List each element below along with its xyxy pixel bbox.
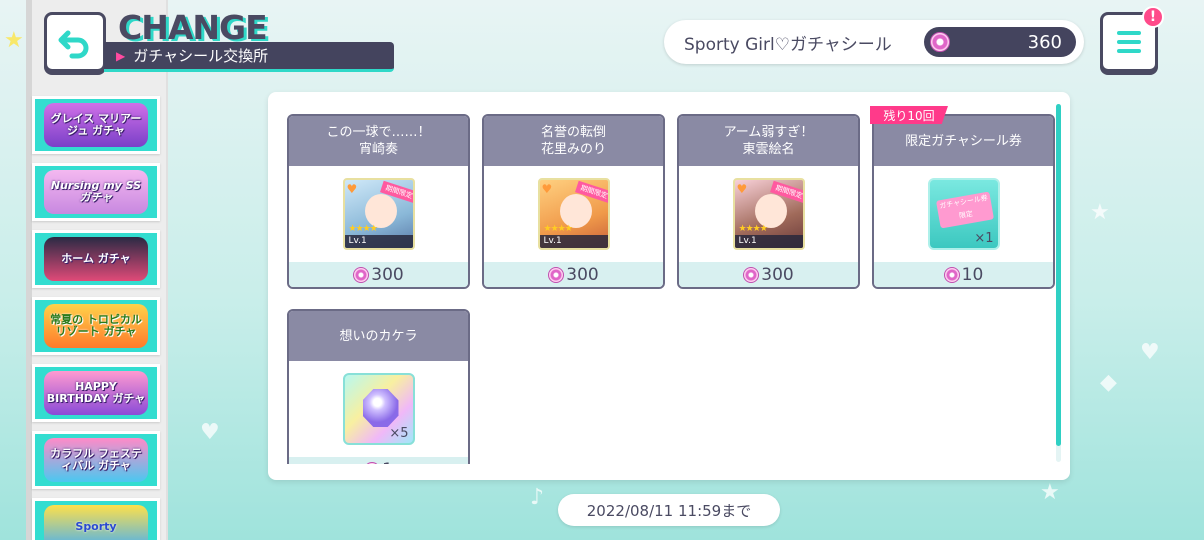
currency-display: Sporty Girl♡ガチャシール 360: [664, 20, 1084, 64]
item-price: 300: [484, 262, 663, 287]
rarity-stars-icon: ★★★★: [543, 224, 573, 234]
item-price-value: 300: [371, 264, 404, 285]
currency-name: Sporty Girl♡ガチャシール: [684, 34, 892, 55]
heart-icon: ♥: [541, 182, 553, 196]
level-label: Lv.1: [344, 235, 413, 248]
gacha-banner-item[interactable]: 常夏の トロピカル リゾート ガチャ: [32, 297, 160, 355]
rarity-stars-icon: ★★★★: [738, 224, 768, 234]
triangle-marker-icon: ▶: [116, 48, 126, 63]
gacha-ticket-icon: ガチャシール券 限定 ×1: [927, 178, 1000, 250]
item-price-value: 300: [566, 264, 599, 285]
member-card-thumbnail: ♥ 期間限定 ★★★★ Lv.1: [537, 178, 610, 250]
item-title-line1: この一球で……！: [326, 125, 431, 140]
sticker-coin-icon: [353, 266, 370, 283]
star-icon: ★: [4, 28, 24, 53]
gacha-banner-list[interactable]: グレイス マリアージュ ガチャ Nursing my SS ガチャ ホーム ガチ…: [32, 96, 162, 540]
exchange-item-card[interactable]: アーム弱すぎ！ 東雲絵名 ♥ 期間限定 ★★★★ Lv.1 300: [677, 114, 860, 289]
gacha-banner-item[interactable]: HAPPY BIRTHDAY ガチャ: [32, 364, 160, 422]
banner-label: Sporty: [44, 505, 148, 540]
item-title-line2: 東雲絵名: [742, 142, 795, 157]
page-subtitle: ▶ ガチャシール交換所: [104, 42, 394, 72]
heart-icon: ♥: [200, 420, 220, 445]
item-image-area: ♥ 期間限定 ★★★★ Lv.1: [679, 166, 858, 262]
deadline-label: 2022/08/11 11:59まで: [558, 494, 780, 526]
currency-amount: 360: [1027, 31, 1062, 53]
ticket-label: ガチャシール券 限定: [935, 191, 994, 229]
item-title: 名誉の転倒 花里みのり: [484, 116, 663, 166]
hamburger-menu-icon: [1117, 31, 1141, 53]
item-image-area: ♥ 期間限定 ★★★★ Lv.1: [484, 166, 663, 262]
item-title: アーム弱すぎ！ 東雲絵名: [679, 116, 858, 166]
level-label: Lv.1: [539, 235, 608, 248]
item-image-area: ガチャシール券 限定 ×1: [874, 166, 1053, 262]
gacha-banner-item[interactable]: Sporty: [32, 498, 160, 540]
gacha-banner-item[interactable]: ホーム ガチャ: [32, 230, 160, 288]
banner-label: グレイス マリアージュ ガチャ: [44, 103, 148, 147]
notification-badge: !: [1142, 6, 1164, 28]
scrollbar-thumb[interactable]: [1056, 104, 1061, 446]
remaining-count-tag: 残り10回: [870, 106, 948, 124]
item-price: 300: [679, 262, 858, 287]
exchange-item-card[interactable]: 想いのカケラ ×5 1: [287, 309, 470, 464]
item-title-line1: 限定ガチャシール券: [905, 133, 1022, 149]
character-face: [559, 194, 592, 228]
gem-icon: [362, 389, 399, 427]
level-label: Lv.1: [734, 235, 803, 248]
item-image-area: ×5: [289, 361, 468, 457]
item-quantity: ×1: [974, 231, 994, 246]
gacha-banner-item[interactable]: Nursing my SS ガチャ: [32, 163, 160, 221]
wish-piece-icon: ×5: [342, 373, 415, 445]
sticker-coin-icon: [943, 266, 960, 283]
exchange-item-grid[interactable]: この一球で……！ 宵崎奏 ♥ 期間限定 ★★★★ Lv.1 300 名誉の転倒: [287, 114, 1057, 464]
currency-count: 360: [924, 27, 1076, 57]
banner-label: HAPPY BIRTHDAY ガチャ: [44, 371, 148, 415]
item-title-line1: 名誉の転倒: [540, 125, 606, 140]
exchange-item-card[interactable]: 名誉の転倒 花里みのり ♥ 期間限定 ★★★★ Lv.1 300: [482, 114, 665, 289]
item-price: 10: [874, 262, 1053, 287]
exchange-item-card[interactable]: 限定ガチャシール券 ガチャシール券 限定 ×1 10: [872, 114, 1055, 289]
item-title-line1: 想いのカケラ: [339, 328, 418, 344]
character-face: [754, 194, 787, 228]
star-icon: ★: [1040, 480, 1060, 505]
sticker-coin-icon: [930, 32, 950, 52]
rarity-stars-icon: ★★★★: [348, 224, 378, 234]
item-price: 1: [289, 457, 468, 464]
sticker-coin-icon: [743, 266, 760, 283]
banner-label: カラフル フェスティバル ガチャ: [44, 438, 148, 482]
item-price: 300: [289, 262, 468, 287]
star-icon: ★: [1090, 200, 1110, 225]
subtitle-text: ガチャシール交換所: [133, 47, 269, 65]
gacha-banner-item[interactable]: カラフル フェスティバル ガチャ: [32, 431, 160, 489]
member-card-thumbnail: ♥ 期間限定 ★★★★ Lv.1: [342, 178, 415, 250]
item-title-line2: 花里みのり: [540, 142, 606, 157]
item-title-line2: 宵崎奏: [358, 142, 398, 157]
back-arrow-icon: [58, 30, 89, 59]
back-button[interactable]: [44, 12, 106, 72]
heart-icon: ♥: [1140, 340, 1160, 365]
character-face: [364, 194, 397, 228]
item-quantity: ×5: [389, 426, 409, 441]
heart-icon: ♥: [736, 182, 748, 196]
item-price-value: 1: [382, 460, 393, 465]
banner-label: 常夏の トロピカル リゾート ガチャ: [44, 304, 148, 348]
item-title: 想いのカケラ: [289, 311, 468, 361]
member-card-thumbnail: ♥ 期間限定 ★★★★ Lv.1: [732, 178, 805, 250]
exchange-item-card[interactable]: この一球で……！ 宵崎奏 ♥ 期間限定 ★★★★ Lv.1 300: [287, 114, 470, 289]
item-title: この一球で……！ 宵崎奏: [289, 116, 468, 166]
gacha-banner-item[interactable]: グレイス マリアージュ ガチャ: [32, 96, 160, 154]
item-price-value: 10: [961, 264, 984, 285]
item-price-value: 300: [761, 264, 794, 285]
item-title-line1: アーム弱すぎ！: [723, 125, 814, 140]
heart-icon: ♥: [346, 182, 358, 196]
exchange-panel: この一球で……！ 宵崎奏 ♥ 期間限定 ★★★★ Lv.1 300 名誉の転倒: [268, 92, 1070, 480]
banner-label: Nursing my SS ガチャ: [44, 170, 148, 214]
sticker-coin-icon: [548, 266, 565, 283]
sticker-coin-icon: [364, 461, 381, 464]
item-image-area: ♥ 期間限定 ★★★★ Lv.1: [289, 166, 468, 262]
diamond-icon: ◆: [1100, 370, 1117, 395]
music-note-icon: ♪: [530, 485, 545, 510]
banner-label: ホーム ガチャ: [44, 237, 148, 281]
